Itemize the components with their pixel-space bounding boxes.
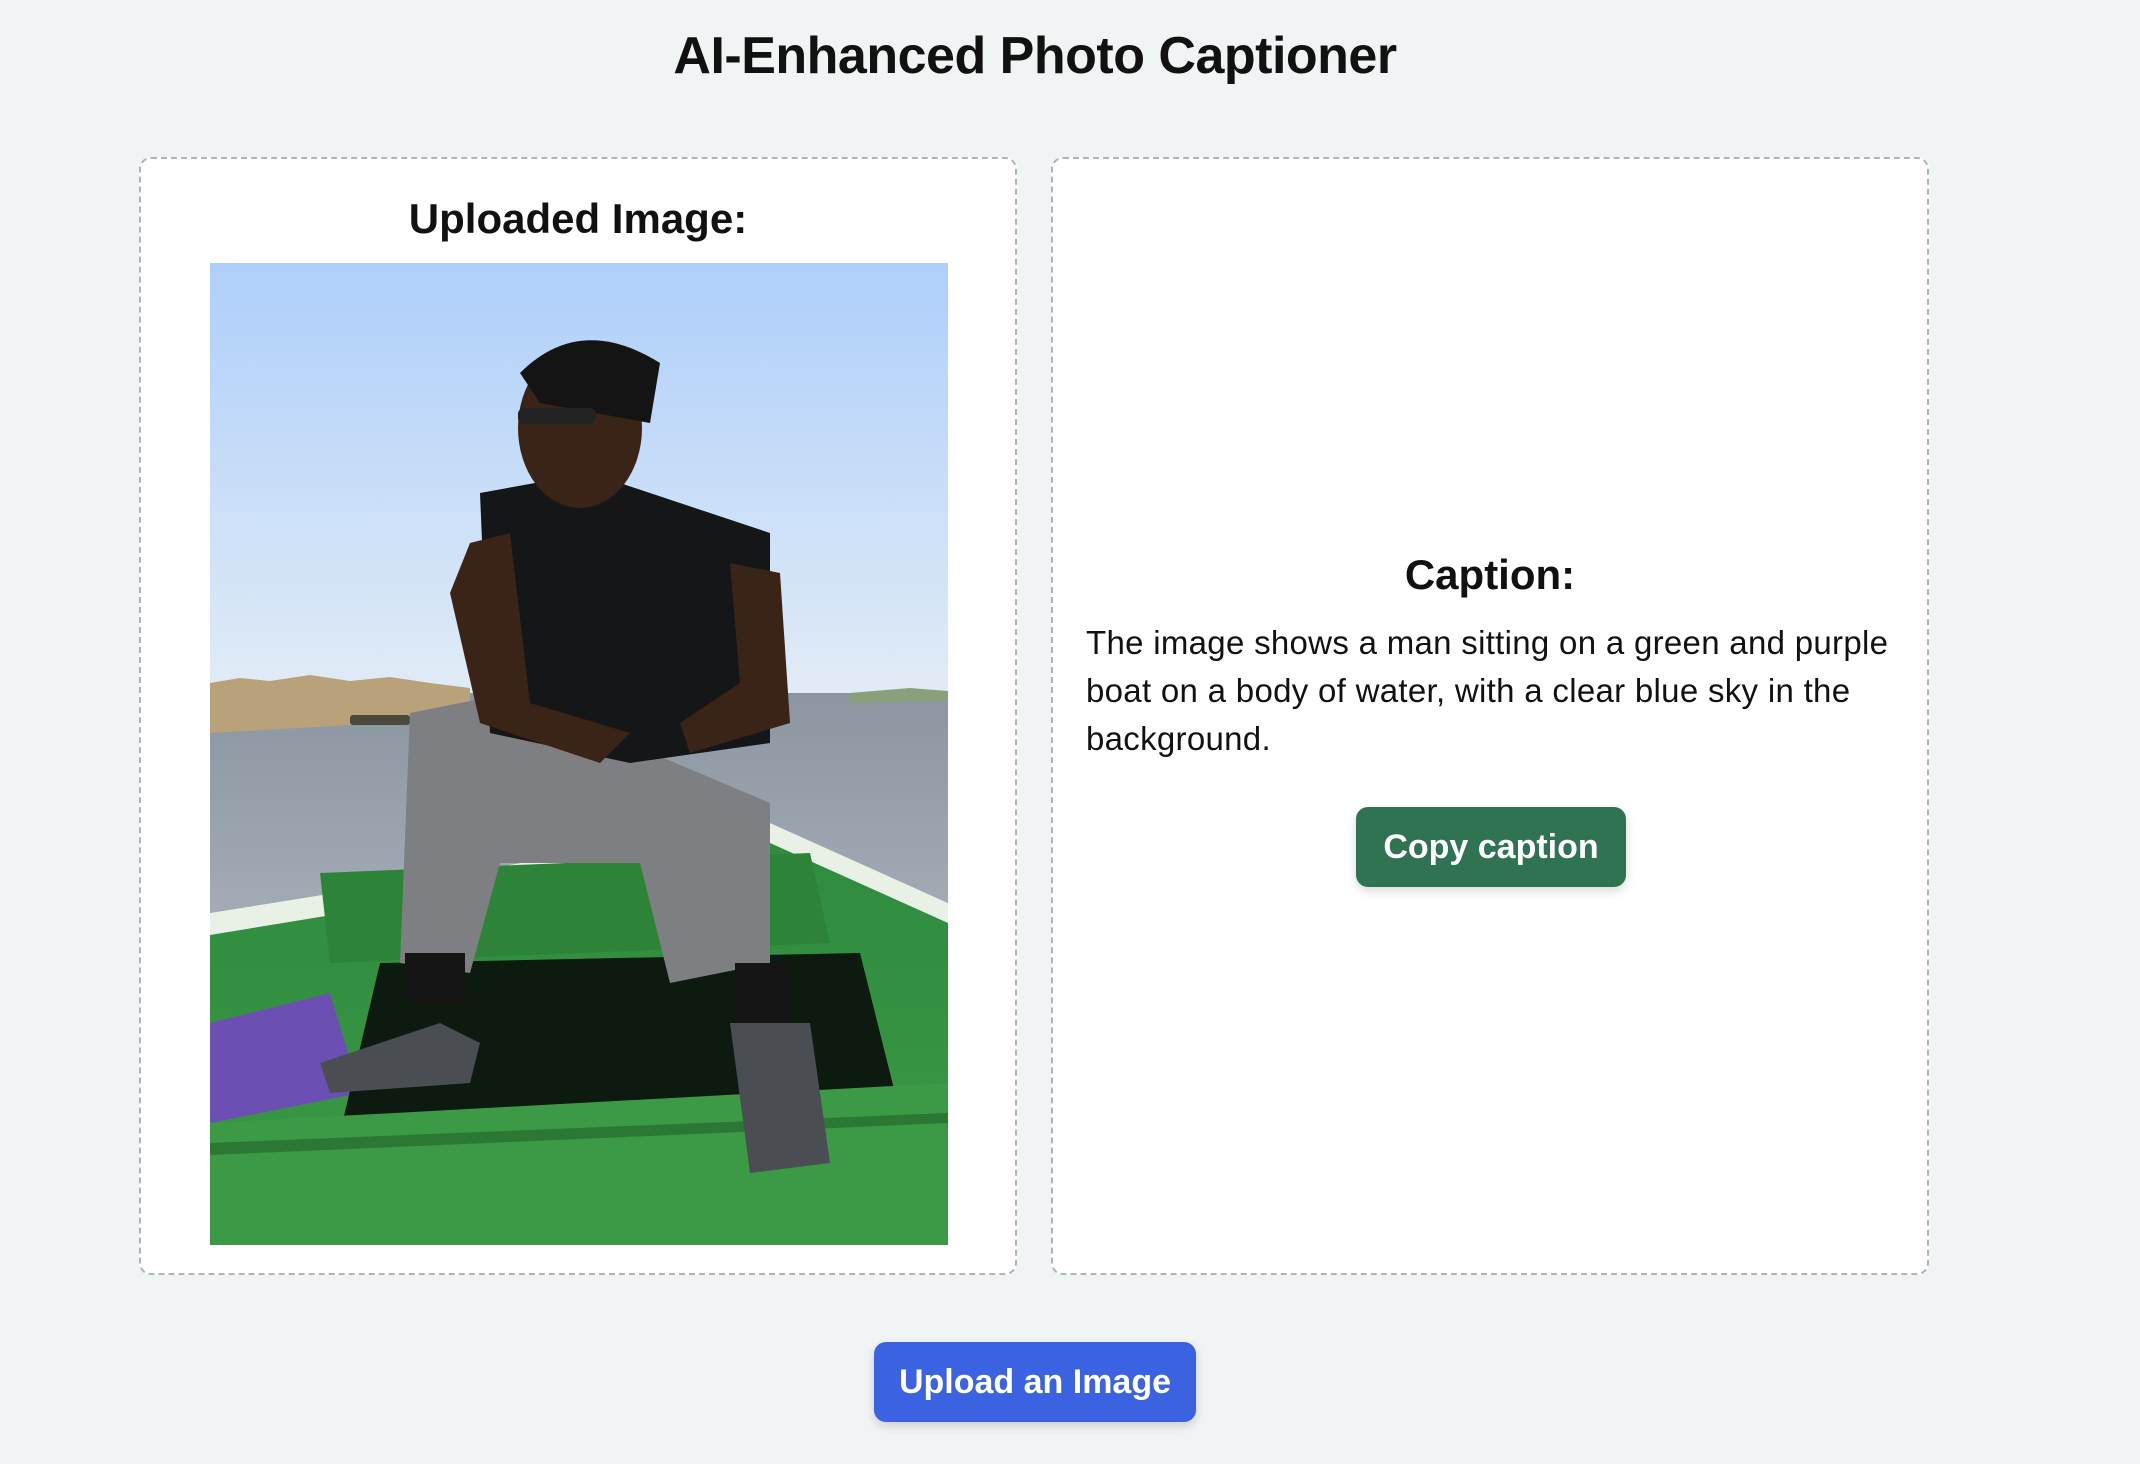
copy-caption-button[interactable]: Copy caption (1356, 807, 1626, 887)
caption-text: The image shows a man sitting on a green… (1086, 624, 1889, 757)
page-title: AI-Enhanced Photo Captioner (673, 27, 1397, 85)
uploaded-image-heading: Uploaded Image: (408, 195, 748, 242)
uploaded-image-panel: Uploaded Image: (139, 157, 1017, 1275)
uploaded-photo (210, 263, 948, 1245)
caption-heading: Caption: (1404, 551, 1576, 598)
caption-panel: Caption: The image shows a man sitting o… (1051, 157, 1929, 1275)
upload-image-button[interactable]: Upload an Image (874, 1342, 1196, 1422)
